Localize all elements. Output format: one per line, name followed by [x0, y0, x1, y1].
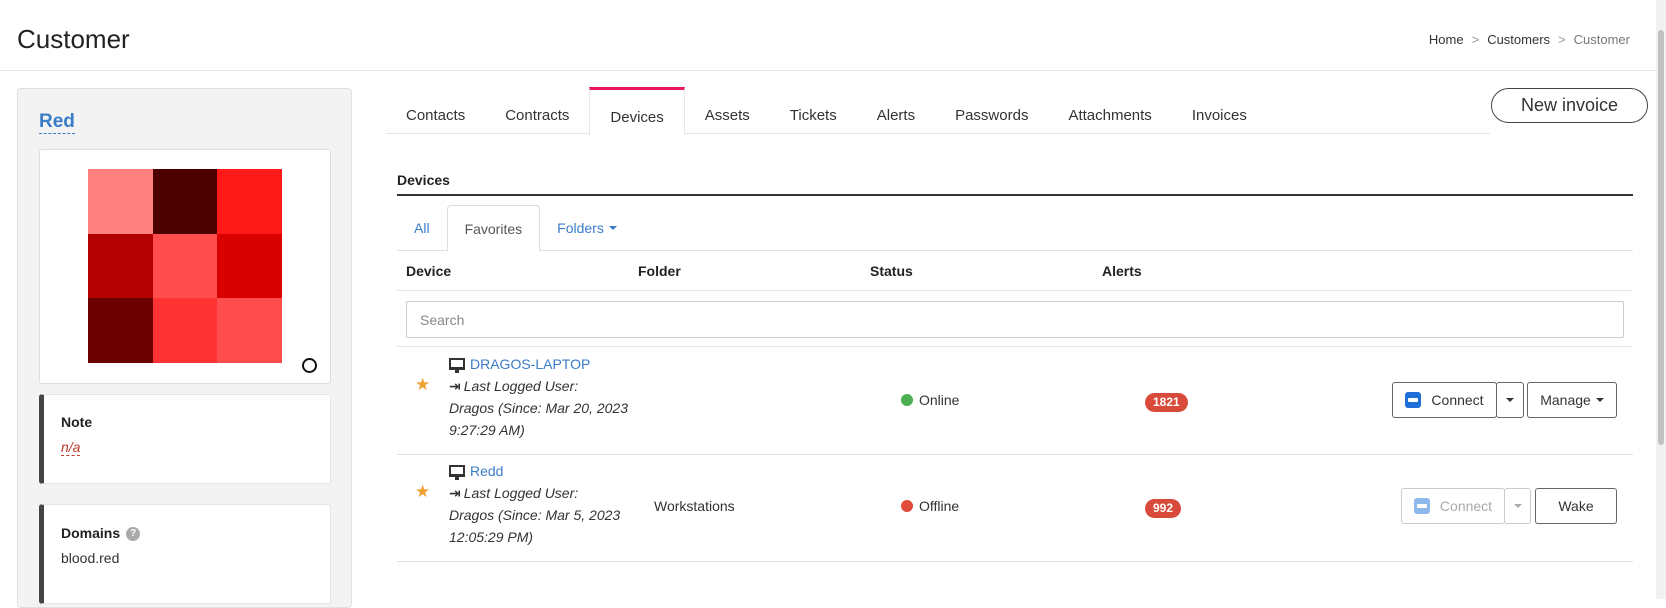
devices-section-title: Devices — [397, 172, 450, 188]
alerts-badge[interactable]: 992 — [1145, 499, 1182, 518]
top-bar: Customer Home > Customers > Customer — [0, 0, 1656, 71]
avatar — [39, 149, 331, 384]
table-header: Device Folder Status Alerts — [397, 251, 1633, 291]
identicon-cell — [152, 233, 218, 299]
last-user-time: 9:27:29 AM) — [449, 422, 525, 438]
connect-button[interactable]: Connect — [1392, 382, 1497, 418]
connect-label: Connect — [1431, 392, 1484, 408]
identicon-cell — [217, 233, 282, 299]
status-text: Offline — [919, 498, 960, 514]
monitor-icon — [449, 465, 465, 480]
domain-value: blood.red — [61, 550, 120, 566]
teamviewer-icon — [1413, 498, 1430, 514]
subtab-favorites[interactable]: Favorites — [446, 205, 541, 252]
search-input[interactable] — [406, 301, 1624, 338]
table-row: ★ Redd ⇥ Last Logged User: Dragos (Since:… — [397, 455, 1633, 562]
new-invoice-button[interactable]: New invoice — [1491, 88, 1648, 123]
help-icon[interactable]: ? — [126, 527, 141, 542]
domains-label: Domains — [61, 525, 121, 541]
monitor-icon — [449, 358, 465, 373]
connect-label: Connect — [1439, 498, 1493, 514]
device-name-link[interactable]: Redd — [470, 463, 503, 479]
connect-dropdown-button[interactable] — [1504, 488, 1531, 524]
last-user-detail: Dragos (Since: Mar 5, 2023 — [449, 507, 621, 523]
star-icon[interactable]: ★ — [415, 482, 430, 502]
wake-button[interactable]: Wake — [1535, 488, 1617, 524]
status-dot-icon — [901, 394, 913, 406]
domains-card: Domains? blood.red — [39, 504, 331, 604]
identicon-cell — [217, 298, 282, 363]
login-icon: ⇥ — [449, 378, 461, 394]
tab-contacts[interactable]: Contacts — [386, 87, 485, 134]
note-value[interactable]: n/a — [61, 439, 81, 456]
status-dot-icon — [901, 500, 913, 512]
folder-cell: Workstations — [654, 498, 735, 514]
identicon-cell — [88, 233, 153, 299]
manage-button[interactable]: Manage — [1527, 382, 1617, 418]
device-name-link[interactable]: DRAGOS-LAPTOP — [470, 356, 590, 372]
page-title: Customer — [17, 24, 130, 54]
column-alerts: Alerts — [1102, 263, 1142, 279]
identicon-cell — [88, 298, 153, 363]
breadcrumb-customers[interactable]: Customers — [1487, 32, 1550, 47]
tab-passwords[interactable]: Passwords — [935, 87, 1048, 134]
tab-contracts[interactable]: Contracts — [485, 87, 589, 134]
connect-button[interactable]: Connect — [1401, 488, 1505, 524]
last-user-label: Last Logged User: — [463, 485, 579, 501]
tab-assets[interactable]: Assets — [685, 87, 770, 134]
login-icon: ⇥ — [449, 485, 461, 501]
last-user-detail: Dragos (Since: Mar 20, 2023 — [449, 400, 628, 416]
column-device: Device — [406, 263, 452, 279]
breadcrumb-separator: > — [1471, 32, 1480, 47]
note-label: Note — [61, 414, 93, 430]
table-row: ★ DRAGOS-LAPTOP ⇥ Last Logged User: Drago… — [397, 348, 1633, 455]
identicon-cell — [152, 169, 218, 234]
note-card: Note n/a — [39, 394, 331, 484]
tab-alerts[interactable]: Alerts — [857, 87, 935, 134]
teamviewer-icon — [1405, 392, 1422, 408]
chevron-down-icon — [1513, 504, 1522, 508]
breadcrumb-home[interactable]: Home — [1429, 32, 1464, 47]
chevron-down-icon — [1506, 398, 1514, 402]
identicon-cell — [152, 298, 218, 363]
tab-tickets[interactable]: Tickets — [770, 87, 857, 134]
subtab-folders[interactable]: Folders — [540, 205, 634, 251]
breadcrumb-current: Customer — [1573, 32, 1630, 47]
identicon-cell — [88, 169, 153, 234]
alerts-badge[interactable]: 1821 — [1145, 393, 1188, 412]
customer-tabs: Contacts Contracts Devices Assets Tickets Ale… — [386, 87, 1490, 135]
avatar-status-ring-icon — [302, 358, 317, 373]
tab-devices[interactable]: Devices — [589, 87, 685, 135]
section-divider — [397, 194, 1633, 196]
identicon — [88, 169, 282, 363]
subtab-all[interactable]: All — [397, 205, 447, 251]
subtab-folders-label: Folders — [557, 220, 604, 236]
scrollbar-thumb[interactable] — [1658, 30, 1664, 445]
column-folder: Folder — [638, 263, 681, 279]
status-cell: Offline — [901, 498, 959, 514]
page-scrollbar[interactable] — [1656, 0, 1666, 599]
chevron-down-icon — [608, 226, 617, 230]
tab-invoices[interactable]: Invoices — [1172, 87, 1267, 134]
last-user-time: 12:05:29 PM) — [449, 529, 534, 545]
customer-name[interactable]: Red — [39, 111, 75, 134]
identicon-cell — [217, 169, 282, 234]
chevron-down-icon — [1595, 398, 1604, 402]
device-subtabs: All Favorites Folders — [397, 205, 1633, 252]
last-user-label: Last Logged User: — [463, 378, 579, 394]
customer-panel: Red Note n/a Domains? blood.red — [17, 88, 352, 608]
star-icon[interactable]: ★ — [415, 375, 430, 395]
breadcrumb-separator: > — [1558, 32, 1566, 47]
breadcrumb: Home > Customers > Customer — [1429, 32, 1630, 47]
tab-attachments[interactable]: Attachments — [1048, 87, 1171, 134]
wake-label: Wake — [1558, 498, 1594, 514]
status-cell: Online — [901, 392, 959, 408]
manage-label: Manage — [1540, 392, 1591, 408]
status-text: Online — [919, 392, 960, 408]
column-status: Status — [870, 263, 913, 279]
connect-dropdown-button[interactable] — [1496, 382, 1524, 418]
